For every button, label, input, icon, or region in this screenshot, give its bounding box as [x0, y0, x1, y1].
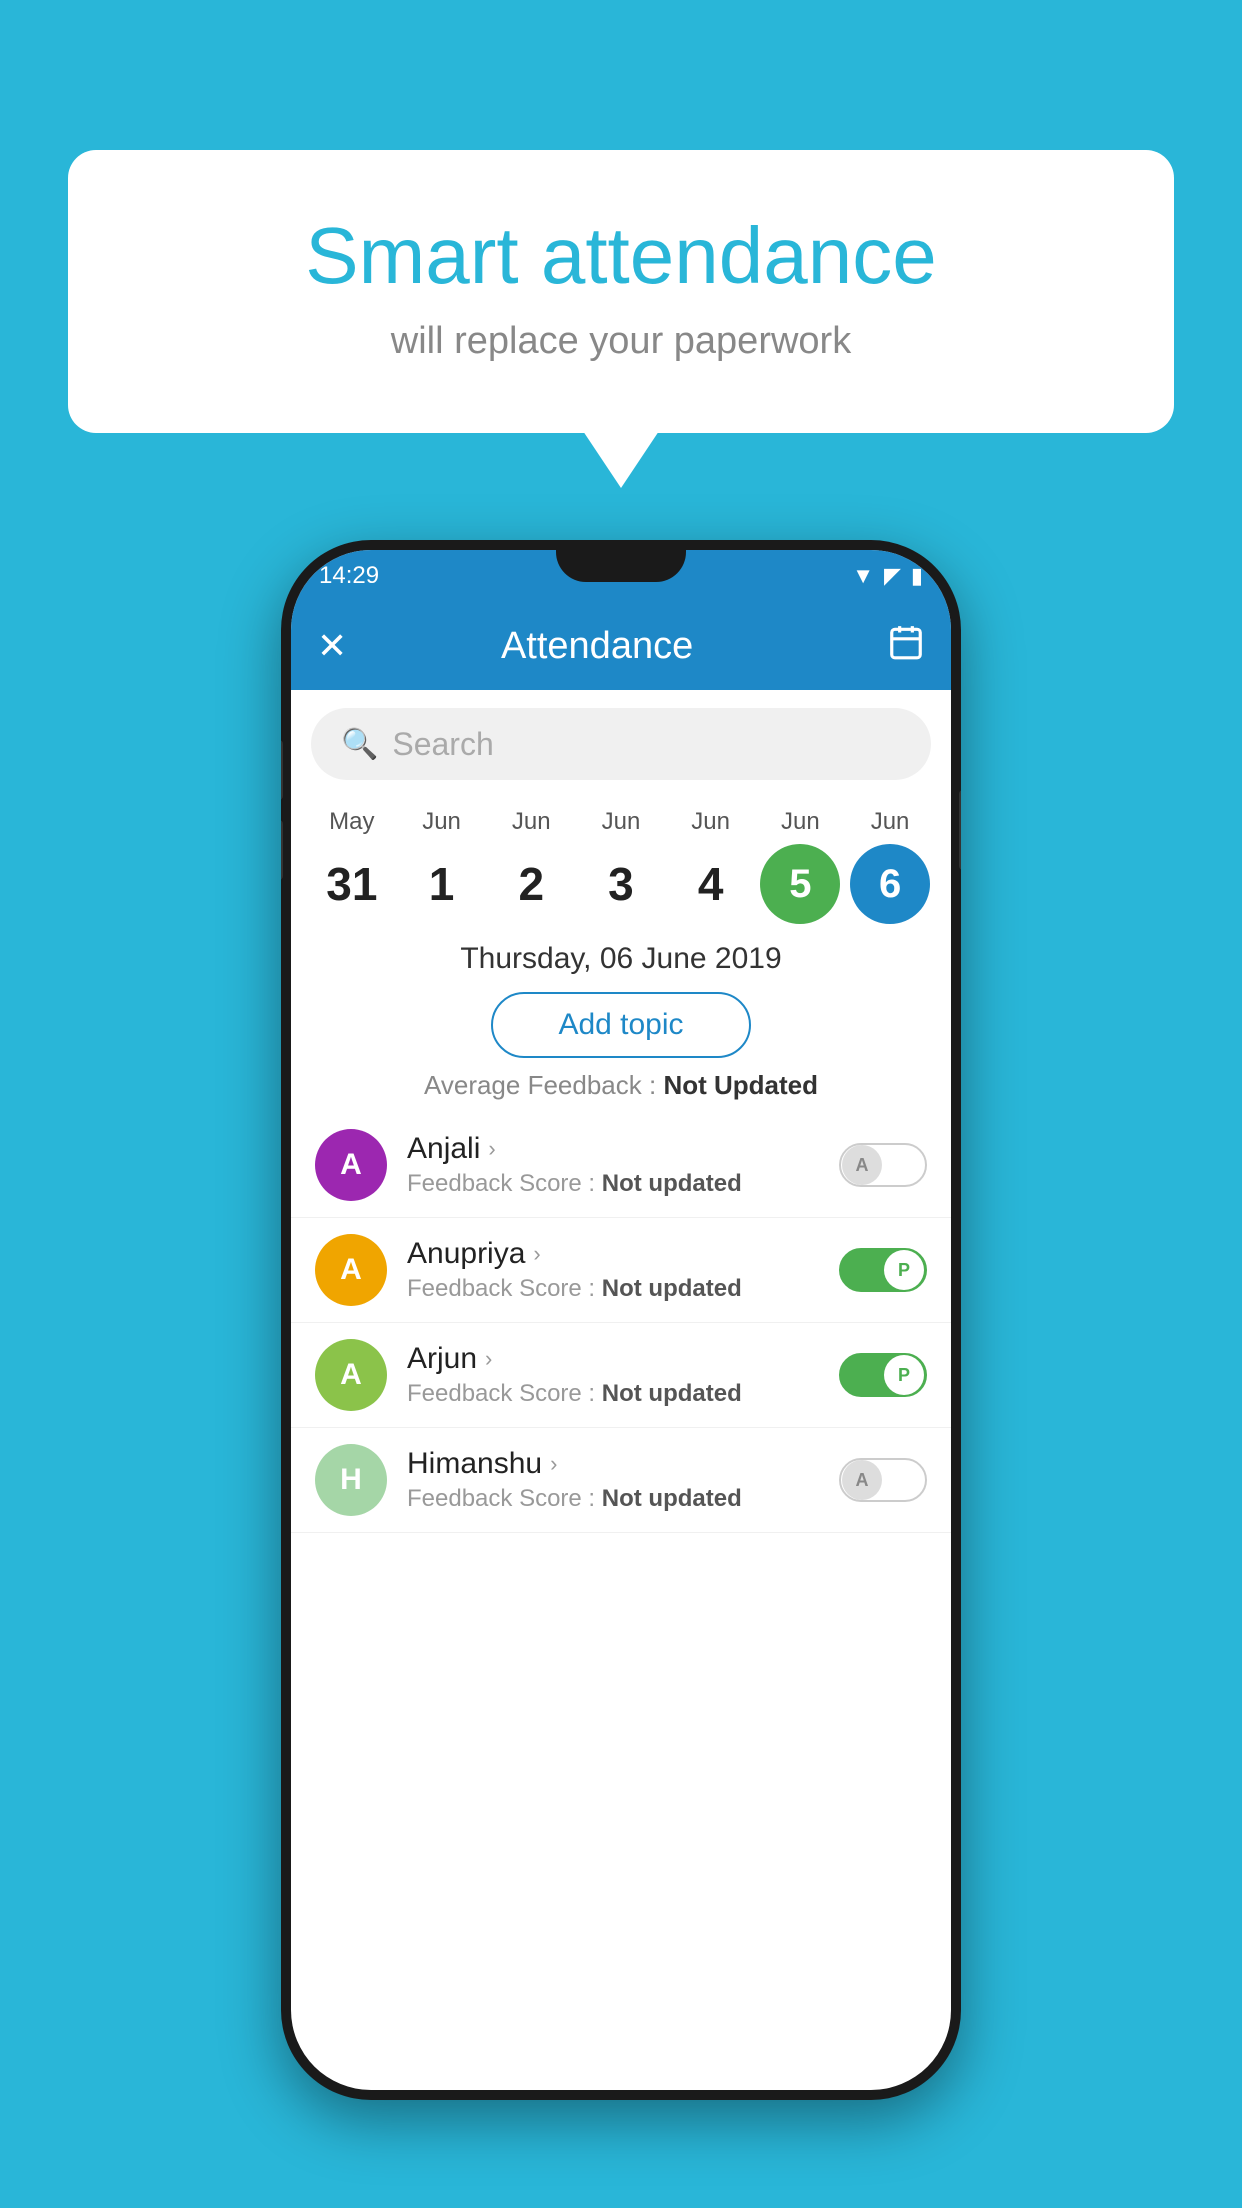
cal-month-label: May: [329, 808, 374, 836]
student-info: Anupriya› Feedback Score : Not updated: [407, 1237, 839, 1303]
student-name[interactable]: Anupriya›: [407, 1237, 839, 1271]
volume-down-button[interactable]: [281, 820, 283, 880]
cal-date-number[interactable]: 31: [312, 844, 392, 924]
calendar-day[interactable]: Jun 4: [671, 808, 751, 924]
student-avatar: A: [315, 1129, 387, 1201]
average-feedback: Average Feedback : Not Updated: [291, 1070, 951, 1101]
student-feedback: Feedback Score : Not updated: [407, 1275, 839, 1303]
calendar-day[interactable]: Jun 3: [581, 808, 661, 924]
student-item[interactable]: AAnjali›Feedback Score : Not updatedA: [291, 1113, 951, 1218]
cal-month-label: Jun: [602, 808, 641, 836]
calendar-day[interactable]: Jun 5: [760, 808, 840, 924]
attendance-toggle-container[interactable]: A: [839, 1458, 927, 1502]
student-feedback: Feedback Score : Not updated: [407, 1170, 839, 1198]
avg-feedback-label: Average Feedback :: [424, 1070, 656, 1100]
signal-icon: ◤: [884, 563, 901, 589]
student-info: Anjali› Feedback Score : Not updated: [407, 1132, 839, 1198]
calendar-day[interactable]: May 31: [312, 808, 392, 924]
student-name[interactable]: Arjun›: [407, 1342, 839, 1376]
calendar-strip: May 31 Jun 1 Jun 2 Jun 3 Jun 4 Jun 5 Jun 6: [291, 798, 951, 924]
attendance-toggle[interactable]: P: [839, 1248, 927, 1292]
calendar-icon[interactable]: [887, 623, 925, 670]
calendar-day[interactable]: Jun 1: [402, 808, 482, 924]
wifi-icon: ▼: [852, 563, 874, 589]
student-avatar: H: [315, 1444, 387, 1516]
cal-month-label: Jun: [871, 808, 910, 836]
attendance-toggle-container[interactable]: P: [839, 1353, 927, 1397]
student-name[interactable]: Anjali›: [407, 1132, 839, 1166]
phone-shell: 14:29 ▼ ◤ ▮ ✕ Attendance: [281, 540, 961, 2100]
chevron-right-icon: ›: [485, 1346, 492, 1372]
student-feedback: Feedback Score : Not updated: [407, 1380, 839, 1408]
cal-month-label: Jun: [422, 808, 461, 836]
bubble-subtitle: will replace your paperwork: [118, 320, 1124, 363]
student-item[interactable]: A Anupriya› Feedback Score : Not updated P: [291, 1218, 951, 1323]
cal-date-number[interactable]: 6: [850, 844, 930, 924]
battery-icon: ▮: [911, 563, 923, 589]
student-name[interactable]: Himanshu›: [407, 1447, 839, 1481]
chevron-right-icon: ›: [533, 1241, 540, 1267]
student-avatar: A: [315, 1234, 387, 1306]
search-icon: 🔍: [341, 727, 378, 762]
header-title: Attendance: [307, 625, 887, 668]
chevron-right-icon: ›: [550, 1451, 557, 1477]
status-icons: ▼ ◤ ▮: [852, 563, 923, 589]
cal-date-number[interactable]: 2: [491, 844, 571, 924]
phone-screen: 14:29 ▼ ◤ ▮ ✕ Attendance: [291, 550, 951, 2090]
cal-month-label: Jun: [781, 808, 820, 836]
toggle-knob: A: [842, 1460, 882, 1500]
cal-date-number[interactable]: 3: [581, 844, 661, 924]
student-item[interactable]: A Arjun› Feedback Score : Not updated P: [291, 1323, 951, 1428]
cal-month-label: Jun: [691, 808, 730, 836]
student-info: Arjun› Feedback Score : Not updated: [407, 1342, 839, 1408]
toggle-knob: A: [842, 1145, 882, 1185]
cal-month-label: Jun: [512, 808, 551, 836]
attendance-toggle-container[interactable]: A: [839, 1143, 927, 1187]
calendar-day[interactable]: Jun 6: [850, 808, 930, 924]
cal-date-number[interactable]: 5: [760, 844, 840, 924]
phone-notch: [556, 540, 686, 582]
attendance-toggle-container[interactable]: P: [839, 1248, 927, 1292]
calendar-day[interactable]: Jun 2: [491, 808, 571, 924]
speech-bubble: Smart attendance will replace your paper…: [68, 150, 1174, 433]
attendance-toggle[interactable]: A: [839, 1458, 927, 1502]
attendance-toggle[interactable]: A: [839, 1143, 927, 1187]
search-input-placeholder: Search: [392, 726, 493, 763]
bubble-title: Smart attendance: [118, 210, 1124, 302]
toggle-knob: P: [884, 1355, 924, 1395]
status-time: 14:29: [319, 562, 379, 590]
avg-feedback-value: Not Updated: [663, 1070, 818, 1100]
student-list: AAnjali›Feedback Score : Not updatedAAAn…: [291, 1113, 951, 1533]
student-feedback: Feedback Score : Not updated: [407, 1485, 839, 1513]
phone-wrapper: 14:29 ▼ ◤ ▮ ✕ Attendance: [281, 540, 961, 2100]
toggle-knob: P: [884, 1250, 924, 1290]
chevron-right-icon: ›: [488, 1136, 495, 1162]
student-avatar: A: [315, 1339, 387, 1411]
add-topic-button[interactable]: Add topic: [491, 992, 751, 1058]
cal-date-number[interactable]: 1: [402, 844, 482, 924]
search-bar[interactable]: 🔍 Search: [311, 708, 931, 780]
student-item[interactable]: H Himanshu› Feedback Score : Not updatedA: [291, 1428, 951, 1533]
attendance-toggle[interactable]: P: [839, 1353, 927, 1397]
power-button[interactable]: [959, 790, 961, 870]
selected-date-display: Thursday, 06 June 2019: [291, 924, 951, 988]
cal-date-number[interactable]: 4: [671, 844, 751, 924]
volume-up-button[interactable]: [281, 740, 283, 800]
app-header: ✕ Attendance: [291, 602, 951, 690]
student-info: Himanshu› Feedback Score : Not updated: [407, 1447, 839, 1513]
